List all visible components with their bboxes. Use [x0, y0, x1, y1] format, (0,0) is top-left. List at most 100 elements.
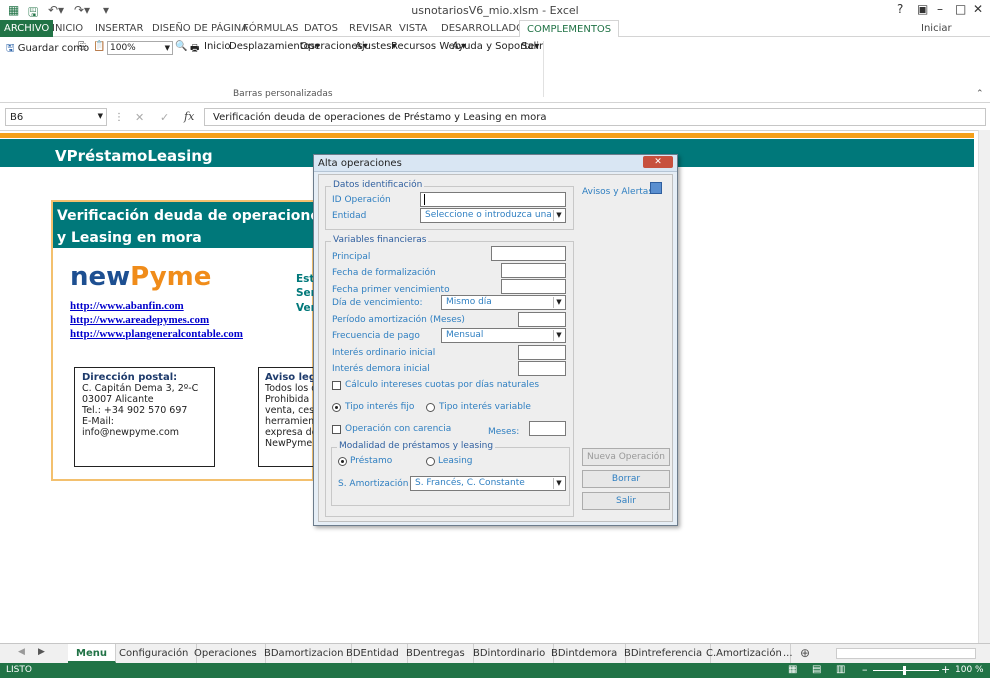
tipo-variable-label: Tipo interés variable: [439, 402, 531, 412]
collapse-ribbon-icon[interactable]: ⌃: [976, 89, 984, 99]
scroll-right-icon[interactable]: ▶: [38, 647, 45, 657]
tipo-fijo-radio[interactable]: [332, 403, 341, 412]
vertical-scrollbar[interactable]: [978, 130, 990, 643]
sheet-tab-bdintreferencia[interactable]: BDintreferencia: [616, 644, 712, 663]
tab-vista[interactable]: VISTA: [392, 20, 434, 37]
status-bar: LISTO ▦ ▤ ▥ – + 100 %: [0, 663, 990, 678]
zoom-combo[interactable]: 100% ▼: [107, 41, 173, 55]
id-operacion-label: ID Operación: [332, 195, 391, 205]
meses-input[interactable]: [529, 421, 566, 436]
calc-dias-checkbox[interactable]: [332, 381, 341, 390]
cancel-icon[interactable]: ✕: [135, 111, 144, 124]
name-box[interactable]: B6 ▼: [5, 108, 107, 126]
chevron-down-icon: ▼: [553, 478, 564, 489]
add-sheet-icon[interactable]: ⊕: [800, 646, 810, 660]
sheet-tab-menu[interactable]: Menu: [68, 644, 116, 663]
print-icon[interactable]: 🖶: [190, 41, 199, 58]
help-button[interactable]: ?: [897, 2, 903, 16]
card-title-line-1: Verificación deuda de operaciones: [57, 208, 329, 224]
zoom-slider[interactable]: [873, 670, 939, 671]
fin-legend: Variables financieras: [331, 235, 429, 245]
tipo-variable-radio[interactable]: [426, 403, 435, 412]
leasing-radio[interactable]: [426, 457, 435, 466]
carencia-checkbox[interactable]: [332, 425, 341, 434]
title-bar: ▦ 🖫 ↶▾ ↷▾ ▾ usnotariosV6_mio.xlsm - Exce…: [0, 0, 990, 20]
chevron-down-icon: ▼: [553, 297, 564, 308]
link-plangeneralcontable[interactable]: http://www.plangeneralcontable.com: [70, 328, 243, 340]
ribbon-display-button[interactable]: ▣: [917, 2, 928, 16]
minimize-button[interactable]: –: [937, 2, 943, 16]
insert-function-icon[interactable]: fx: [184, 110, 194, 123]
chevron-down-icon: ▼: [553, 330, 564, 341]
card-title: Verificación deuda de operaciones y Leas…: [53, 202, 329, 248]
horizontal-scrollbar[interactable]: [836, 648, 976, 659]
status-mode: LISTO: [6, 665, 32, 675]
restore-button[interactable]: □: [955, 2, 966, 16]
borrar-button[interactable]: Borrar: [582, 470, 670, 488]
dia-venc-label: Día de vencimiento:: [332, 298, 423, 308]
page-break-icon[interactable]: ▥: [836, 664, 845, 675]
amort-select[interactable]: S. Francés, C. Constante ▼: [410, 476, 566, 491]
int-ord-input[interactable]: [518, 345, 566, 360]
sheet-tab-configuracion[interactable]: Configuración: [111, 644, 198, 663]
nueva-operacion-button[interactable]: Nueva Operación: [582, 448, 670, 466]
more-sheets-button[interactable]: ...: [775, 644, 801, 663]
calc-dias-label: Cálculo intereses cuotas por días natura…: [345, 380, 540, 390]
signin-link[interactable]: Iniciar sesión: [914, 20, 990, 51]
principal-label: Principal: [332, 252, 371, 262]
fecha-form-input[interactable]: [501, 263, 566, 278]
legal-box: Aviso legal Todos los de Prohibida la ve…: [258, 367, 314, 467]
zoom-slider-thumb[interactable]: [903, 666, 906, 675]
save-as-button[interactable]: 🖫 Guardar como: [6, 41, 89, 58]
link-abanfin[interactable]: http://www.abanfin.com: [70, 300, 184, 312]
preview-icon[interactable]: 🔍: [175, 41, 187, 52]
int-dem-input[interactable]: [518, 361, 566, 376]
operaciones-label: Operaciones: [300, 41, 363, 52]
sheet-tab-bar: ◀ ▶ Menu Configuración Operaciones BDamo…: [0, 643, 990, 663]
scroll-left-icon[interactable]: ◀: [18, 647, 25, 657]
zoom-level[interactable]: 100 %: [955, 665, 984, 675]
tab-formulas[interactable]: FÓRMULAS: [236, 20, 306, 37]
dia-venc-select[interactable]: Mismo día ▼: [441, 295, 566, 310]
dialog-close-button[interactable]: ✕: [643, 156, 673, 168]
zoom-in-icon[interactable]: +: [941, 663, 950, 676]
sheet-tab-operaciones[interactable]: Operaciones: [186, 644, 266, 663]
legal-heading: Aviso legal: [265, 372, 314, 383]
address-line: Tel.: +34 902 570 697: [82, 405, 188, 416]
entidad-select[interactable]: Seleccione o introduzca una ▼: [420, 208, 566, 223]
close-button[interactable]: ✕: [973, 2, 983, 16]
chevron-down-icon: ▼: [97, 112, 103, 120]
prestamo-radio[interactable]: [338, 457, 347, 466]
logo-part-new: new: [70, 262, 131, 292]
logo-part-pyme: Pyme: [130, 262, 212, 292]
tab-complementos[interactable]: COMPLEMENTOS: [519, 20, 620, 38]
page-layout-icon[interactable]: ▤: [812, 664, 821, 675]
tab-revisar[interactable]: REVISAR: [342, 20, 399, 37]
chevron-down-icon: ▼: [164, 44, 170, 52]
avisos-icon[interactable]: [650, 182, 662, 194]
tab-insertar[interactable]: INSERTAR: [88, 20, 150, 37]
salir-dialog-button[interactable]: Salir: [582, 492, 670, 510]
prestamo-label: Préstamo: [350, 456, 393, 466]
salir-button[interactable]: Salir: [521, 41, 543, 52]
sheet-tab-bdintdemora[interactable]: BDintdemora: [543, 644, 627, 663]
zoom-out-icon[interactable]: –: [862, 663, 868, 676]
sheet-tab-bdintordinario[interactable]: BDintordinario: [465, 644, 555, 663]
normal-view-icon[interactable]: ▦: [788, 664, 797, 675]
paste-icon[interactable]: 📋: [93, 41, 105, 52]
sheet-tab-bdentregas[interactable]: BDentregas: [398, 644, 474, 663]
frecuencia-select[interactable]: Mensual ▼: [441, 328, 566, 343]
link-areadepymes[interactable]: http://www.areadepymes.com: [70, 314, 209, 326]
legal-line: venta, cesio: [265, 405, 314, 416]
copy-icon[interactable]: ⎘: [78, 41, 86, 52]
inicio-button[interactable]: Inicio: [204, 41, 230, 52]
formula-input[interactable]: Verificación deuda de operaciones de Pré…: [204, 108, 986, 126]
principal-input[interactable]: [491, 246, 566, 261]
zoom-value: 100%: [110, 43, 136, 53]
periodo-input[interactable]: [518, 312, 566, 327]
id-operacion-input[interactable]: [420, 192, 566, 207]
tab-inicio[interactable]: INICIO: [45, 20, 90, 37]
fecha-venc-input[interactable]: [501, 279, 566, 294]
tab-datos[interactable]: DATOS: [297, 20, 345, 37]
enter-icon[interactable]: ✓: [160, 111, 169, 124]
